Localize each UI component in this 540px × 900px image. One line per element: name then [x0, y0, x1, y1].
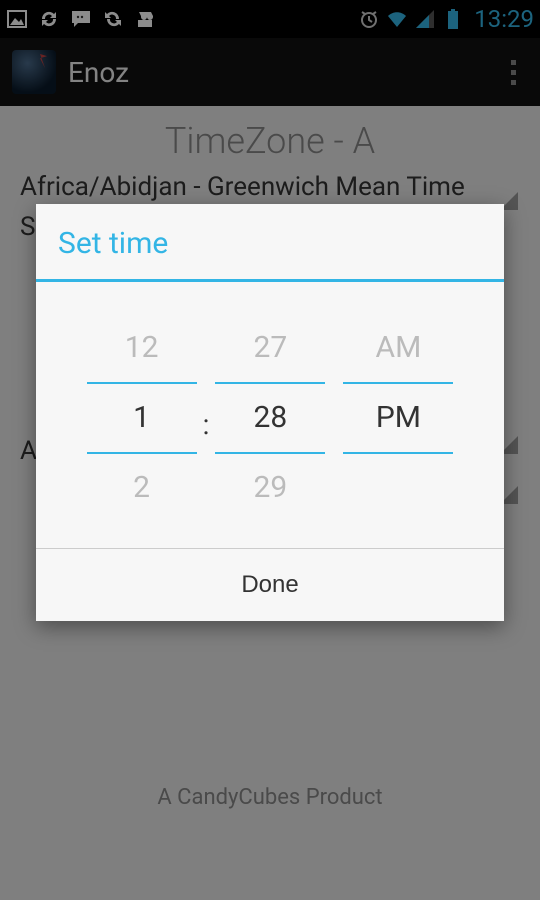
- ampm-picker[interactable]: AM PM: [343, 318, 453, 518]
- time-picker: 12 1 2 : 27 28 29 AM PM: [36, 282, 504, 548]
- picker-divider: [87, 452, 197, 454]
- time-picker-dialog: Set time 12 1 2 : 27 28 29 AM PM Done: [36, 204, 504, 621]
- minute-picker[interactable]: 27 28 29: [215, 318, 325, 518]
- dialog-title: Set time: [36, 204, 504, 282]
- picker-divider: [215, 452, 325, 454]
- ampm-next[interactable]: [343, 458, 453, 518]
- ampm-prev[interactable]: AM: [343, 318, 453, 378]
- picker-divider: [87, 382, 197, 384]
- minute-selected[interactable]: 28: [215, 388, 325, 448]
- picker-divider: [215, 382, 325, 384]
- ampm-selected[interactable]: PM: [343, 388, 453, 448]
- picker-divider: [343, 382, 453, 384]
- dialog-footer: Done: [36, 548, 504, 621]
- picker-divider: [343, 452, 453, 454]
- hour-next[interactable]: 2: [87, 458, 197, 518]
- hour-selected[interactable]: 1: [87, 388, 197, 448]
- minute-next[interactable]: 29: [215, 458, 325, 518]
- minute-prev[interactable]: 27: [215, 318, 325, 378]
- done-button[interactable]: Done: [36, 549, 504, 621]
- time-colon: :: [203, 329, 210, 519]
- hour-picker[interactable]: 12 1 2: [87, 318, 197, 518]
- hour-prev[interactable]: 12: [87, 318, 197, 378]
